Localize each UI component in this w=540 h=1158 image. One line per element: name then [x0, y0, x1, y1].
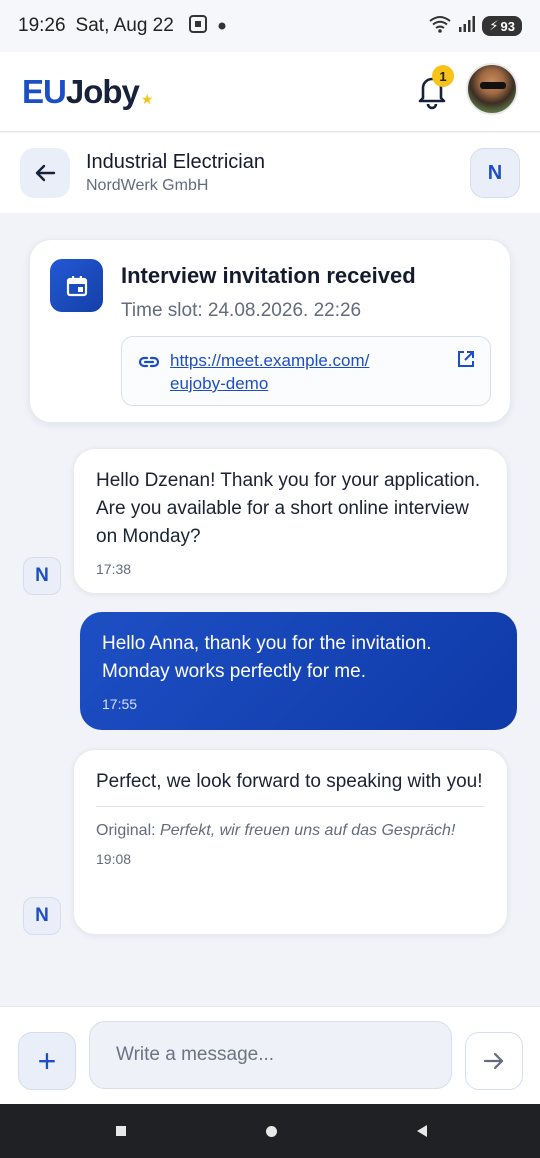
message-input[interactable]: [89, 1021, 452, 1089]
meeting-link-box[interactable]: https://meet.example.com/ eujoby-demo: [121, 336, 491, 406]
back-nav-button[interactable]: [417, 1125, 427, 1137]
original-label: Original:: [96, 822, 156, 839]
job-title: Industrial Electrician: [86, 151, 265, 173]
invitation-title: Interview invitation received: [121, 263, 416, 288]
send-button[interactable]: [465, 1032, 523, 1090]
status-date: Sat, Aug 22: [75, 15, 174, 36]
arrow-right-icon: [483, 1052, 504, 1070]
status-bar: 19:26 Sat, Aug 22 ⚡ 93: [0, 0, 540, 52]
screenshot-icon: [188, 14, 208, 39]
interview-invitation-card: Interview invitation received Time slot:…: [29, 239, 511, 423]
eujoby-logo[interactable]: EU Joby ★: [22, 72, 154, 111]
battery-indicator: ⚡ 93: [482, 16, 522, 36]
original-text: Original: Perfekt, wir freuen uns auf da…: [96, 819, 485, 843]
message-composer: +: [0, 1006, 540, 1104]
message-time: 17:38: [96, 561, 132, 577]
meeting-link-line1: https://meet.example.com/: [170, 351, 370, 370]
bolt-icon: ⚡: [489, 18, 499, 33]
sender-avatar: N: [23, 897, 61, 935]
system-nav-bar: [0, 1104, 540, 1158]
status-time: 19:26: [18, 15, 66, 36]
logo-star-icon: ★: [140, 90, 154, 107]
message-incoming[interactable]: Hello Dzenan! Thank you for your applica…: [73, 448, 508, 594]
wifi-icon: [428, 15, 452, 38]
open-external-icon[interactable]: [456, 349, 476, 374]
back-button[interactable]: [20, 148, 70, 198]
home-button[interactable]: [266, 1126, 277, 1137]
message-time: 17:55: [102, 696, 138, 712]
link-icon: [138, 351, 160, 378]
app-bar: EU Joby ★ 1: [0, 52, 540, 132]
message-text: Perfect, we look forward to speaking wit…: [96, 771, 483, 792]
meeting-link-line2: eujoby-demo: [170, 374, 269, 393]
invitation-time-slot: Time slot: 24.08.2026. 22:26: [121, 300, 362, 321]
company-avatar-button[interactable]: N: [470, 148, 520, 198]
dot-icon: [218, 17, 226, 35]
message-incoming[interactable]: Perfect, we look forward to speaking wit…: [73, 749, 508, 935]
translation-divider: [96, 806, 485, 807]
message-text: Hello Anna, thank you for the invitation…: [102, 633, 432, 682]
original-message: Perfekt, wir freuen uns auf das Gespräch…: [160, 822, 456, 839]
recents-button[interactable]: [116, 1126, 126, 1136]
message-text: Hello Dzenan! Thank you for your applica…: [96, 470, 481, 547]
company-name: NordWerk GmbH: [86, 177, 209, 194]
message-time: 19:08: [96, 851, 132, 867]
logo-joby: Joby: [65, 72, 140, 110]
meeting-link[interactable]: https://meet.example.com/ eujoby-demo: [170, 349, 420, 395]
chat-header: Industrial Electrician NordWerk GmbH N: [0, 133, 540, 213]
plus-icon: +: [37, 1042, 57, 1079]
message-outgoing[interactable]: Hello Anna, thank you for the invitation…: [80, 612, 517, 730]
signal-icon: [458, 15, 476, 37]
arrow-left-icon: [35, 164, 56, 182]
notification-badge: 1: [432, 65, 454, 87]
avatar-glasses: [480, 82, 506, 89]
logo-eu: EU: [22, 72, 67, 110]
attach-button[interactable]: +: [18, 1032, 76, 1090]
battery-level: 93: [500, 18, 515, 34]
sender-avatar: N: [23, 557, 61, 595]
calendar-icon: [50, 259, 103, 312]
user-avatar[interactable]: [466, 63, 518, 115]
